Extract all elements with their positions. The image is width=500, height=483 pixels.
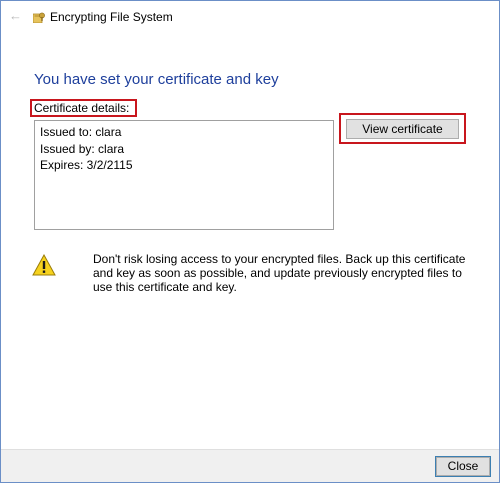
certificate-details-label: Certificate details: bbox=[34, 101, 130, 115]
back-arrow-icon[interactable]: ← bbox=[9, 9, 23, 22]
issued-by-text: Issued by: clara bbox=[40, 142, 125, 156]
view-certificate-button[interactable]: View certificate bbox=[346, 119, 459, 139]
issued-to-text: Issued to: clara bbox=[40, 125, 122, 139]
efs-dialog-window: ← Encrypting File System You have set yo… bbox=[0, 0, 500, 483]
warning-icon bbox=[32, 254, 56, 276]
title-bar: ← Encrypting File System bbox=[1, 1, 499, 31]
page-heading: You have set your certificate and key bbox=[34, 71, 279, 88]
window-title: Encrypting File System bbox=[50, 10, 173, 24]
warning-message: Don't risk losing access to your encrypt… bbox=[93, 252, 466, 294]
expires-text: Expires: 3/2/2115 bbox=[40, 158, 133, 172]
dialog-footer bbox=[1, 449, 499, 482]
close-button[interactable]: Close bbox=[435, 456, 491, 477]
encrypting-file-system-icon bbox=[33, 12, 45, 23]
